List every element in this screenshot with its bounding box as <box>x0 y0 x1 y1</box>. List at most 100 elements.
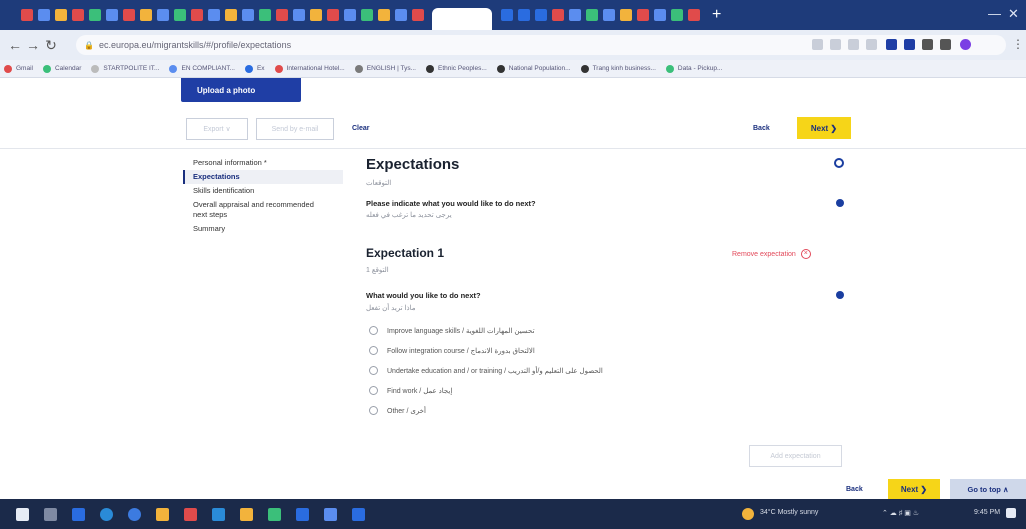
back-button[interactable]: Back <box>753 125 770 132</box>
word-icon[interactable] <box>296 508 309 521</box>
profile-avatar[interactable] <box>960 39 971 50</box>
tab-favicon-icon[interactable] <box>636 9 649 21</box>
tab-favicon-icon[interactable] <box>500 9 513 21</box>
search-icon[interactable] <box>44 508 57 521</box>
radio-button[interactable] <box>369 326 378 335</box>
puzzle-icon[interactable] <box>904 39 915 50</box>
active-tab[interactable] <box>432 8 492 30</box>
tab-favicon-icon[interactable] <box>360 9 373 21</box>
back-button-bottom[interactable]: Back <box>846 486 863 493</box>
translate-icon[interactable] <box>812 39 823 50</box>
start-icon[interactable] <box>16 508 29 521</box>
back-arrow-icon[interactable]: ← <box>6 37 24 53</box>
app-icon-2[interactable] <box>268 508 281 521</box>
send-email-button[interactable]: Send by e-mail <box>256 118 334 140</box>
new-tab-icon[interactable]: + <box>712 6 721 24</box>
radio-button[interactable] <box>369 406 378 415</box>
tab-favicon-icon[interactable] <box>377 9 390 21</box>
forward-arrow-icon[interactable]: → <box>24 37 42 53</box>
tab-favicon-icon[interactable] <box>88 9 101 21</box>
radio-option[interactable]: Other / أخرى <box>369 406 426 415</box>
radio-option[interactable]: Find work / إيجاد عمل <box>369 386 452 395</box>
info-icon[interactable] <box>836 199 844 207</box>
download-icon[interactable] <box>922 39 933 50</box>
tab-favicon-icon[interactable] <box>534 9 547 21</box>
sidebar-item[interactable]: Expectations <box>183 170 343 184</box>
chrome-icon[interactable] <box>128 508 141 521</box>
weather-icon[interactable] <box>742 508 754 520</box>
star-icon[interactable] <box>866 39 877 50</box>
task-view-icon[interactable] <box>72 508 85 521</box>
bookmark-item[interactable]: Data - Pickup... <box>665 64 722 73</box>
app-icon-4[interactable] <box>352 508 365 521</box>
tab-favicon-icon[interactable] <box>173 9 186 21</box>
tab-favicon-icon[interactable] <box>343 9 356 21</box>
radio-button[interactable] <box>369 386 378 395</box>
export-button[interactable]: Export ∨ <box>186 118 248 140</box>
radio-option[interactable]: Undertake education and / or training / … <box>369 366 603 375</box>
tab-favicon-icon[interactable] <box>687 9 700 21</box>
tab-favicon-icon[interactable] <box>122 9 135 21</box>
upload-photo-button[interactable]: Upload a photo <box>181 78 301 102</box>
system-tray-icons[interactable]: ⌃ ☁ ♯ ▣ ♨ <box>882 509 919 517</box>
tab-favicon-icon[interactable] <box>241 9 254 21</box>
bookmark-item[interactable]: ENGLISH | Tys... <box>354 64 416 73</box>
store-icon[interactable] <box>240 508 253 521</box>
tab-favicon-icon[interactable] <box>207 9 220 21</box>
tab-favicon-icon[interactable] <box>568 9 581 21</box>
share-icon[interactable] <box>848 39 859 50</box>
bookmark-item[interactable]: International Hotel... <box>274 64 345 73</box>
radio-option[interactable]: Follow integration course / الالتحاق بدو… <box>369 346 535 355</box>
tab-favicon-icon[interactable] <box>71 9 84 21</box>
tab-favicon-icon[interactable] <box>20 9 33 21</box>
bookmark-item[interactable]: Trang kinh business... <box>580 64 656 73</box>
tab-favicon-icon[interactable] <box>37 9 50 21</box>
tab-favicon-icon[interactable] <box>105 9 118 21</box>
sidebar-item[interactable]: Overall appraisal and recommended next s… <box>183 198 323 222</box>
tab-favicon-icon[interactable] <box>411 9 424 21</box>
bookmark-item[interactable]: Ethnic Peoples... <box>425 64 487 73</box>
bookmark-item[interactable]: STARTPOLITE IT... <box>91 64 159 73</box>
tab-favicon-icon[interactable] <box>653 9 666 21</box>
tab-favicon-icon[interactable] <box>54 9 67 21</box>
tab-favicon-icon[interactable] <box>585 9 598 21</box>
tab-favicon-icon[interactable] <box>258 9 271 21</box>
add-expectation-button[interactable]: Add expectation <box>749 445 842 467</box>
bookmark-item[interactable]: EN COMPLIANT... <box>169 64 235 73</box>
radio-option[interactable]: Improve language skills / تحسين المهارات… <box>369 326 535 335</box>
tab-favicon-icon[interactable] <box>670 9 683 21</box>
tab-favicon-icon[interactable] <box>292 9 305 21</box>
sidebar-item[interactable]: Skills identification <box>183 184 343 198</box>
remove-expectation-button[interactable]: Remove expectation × <box>732 249 811 259</box>
minimize-window-icon[interactable]: — <box>988 6 1001 21</box>
clear-button[interactable]: Clear <box>352 125 370 132</box>
radio-button[interactable] <box>369 346 378 355</box>
tab-favicon-icon[interactable] <box>602 9 615 21</box>
notifications-icon[interactable] <box>1006 508 1016 518</box>
mail-icon[interactable] <box>212 508 225 521</box>
tab-favicon-icon[interactable] <box>156 9 169 21</box>
bookmark-item[interactable]: Gmail <box>4 64 33 73</box>
tab-favicon-icon[interactable] <box>517 9 530 21</box>
file-explorer-icon[interactable] <box>156 508 169 521</box>
sidebar-item[interactable]: Summary <box>183 222 343 236</box>
close-window-icon[interactable]: ✕ <box>1008 6 1019 22</box>
bookmark-item[interactable]: National Population... <box>496 64 571 73</box>
app-icon-3[interactable] <box>324 508 337 521</box>
tab-favicon-icon[interactable] <box>190 9 203 21</box>
reload-icon[interactable]: ↻ <box>42 37 60 54</box>
radio-button[interactable] <box>369 366 378 375</box>
tab-favicon-icon[interactable] <box>619 9 632 21</box>
app-icon[interactable] <box>184 508 197 521</box>
extension-icon[interactable] <box>886 39 897 50</box>
sidebar-item[interactable]: Personal information * <box>183 156 343 170</box>
side-panel-icon[interactable] <box>940 39 951 50</box>
tab-favicon-icon[interactable] <box>551 9 564 21</box>
next-button[interactable]: Next ❯ <box>797 117 851 139</box>
tab-favicon-icon[interactable] <box>224 9 237 21</box>
bookmark-item[interactable]: Calendar <box>42 64 81 73</box>
kebab-menu-icon[interactable]: ⋮ <box>1012 37 1024 51</box>
zoom-icon[interactable] <box>830 39 841 50</box>
info-icon[interactable] <box>836 291 844 299</box>
go-to-top-button[interactable]: Go to top ∧ <box>950 479 1026 499</box>
